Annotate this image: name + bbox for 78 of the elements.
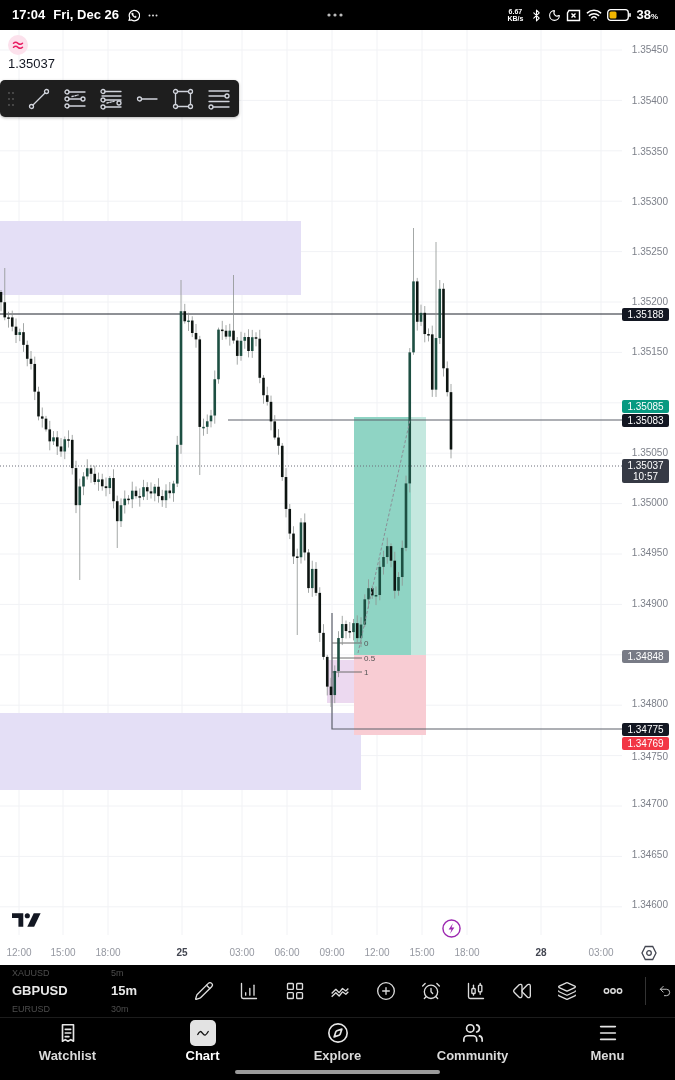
status-time: 17:04 [12, 7, 46, 23]
fib-retracement-lines [331, 642, 363, 673]
time-axis-label: 03:00 [228, 947, 256, 959]
time-axis-label: 18:00 [94, 947, 122, 959]
time-axis-label: 12:00 [363, 947, 391, 959]
pencil-icon[interactable] [194, 981, 214, 1001]
more-dots-icon [148, 13, 158, 17]
rewind-icon[interactable] [511, 981, 532, 1001]
rectangle-icon[interactable] [172, 87, 194, 110]
time-axis-label: 03:00 [587, 947, 615, 959]
time-axis-label: 28 [534, 947, 548, 959]
battery-percent: 38 [636, 7, 651, 23]
channel-icon[interactable] [64, 87, 86, 110]
horizontal-lines-icon[interactable] [208, 87, 230, 110]
price-axis-label: 1.34700 [631, 798, 668, 810]
price-axis-label: 1.34750 [631, 751, 668, 763]
crossed-box-icon [566, 8, 582, 22]
logo-icon [12, 913, 41, 927]
settings-icon[interactable] [641, 945, 657, 961]
moon-icon [548, 8, 562, 22]
channel-icon[interactable] [100, 87, 122, 110]
price-axis-label: 1.34650 [631, 849, 668, 861]
time-axis-label: 15:00 [49, 947, 77, 959]
plus-circle-icon[interactable] [375, 981, 396, 1001]
countdown-timer: 10:57 [633, 471, 658, 482]
price-axis-label: 1.35200 [631, 296, 668, 308]
price-axis-label: 1.34600 [631, 899, 668, 911]
battery-icon [607, 9, 632, 21]
price-tag: 1.34848 [622, 649, 669, 663]
time-axis-label: 09:00 [318, 947, 346, 959]
dots-icon [327, 13, 343, 17]
fib-level-label: 0 [364, 638, 369, 648]
nav-item[interactable]: Community [405, 1020, 540, 1063]
price-tag: 1.34769 [622, 736, 669, 750]
nav-item[interactable]: Menu [540, 1020, 675, 1063]
bar-chart-icon[interactable] [239, 981, 260, 1001]
lightning-icon[interactable] [442, 919, 461, 938]
price-value: 1.35037 [627, 460, 664, 471]
price-axis-label: 1.34900 [631, 598, 668, 610]
price-axis-label: 1.35250 [631, 246, 668, 258]
fib-level-label: 1 [364, 667, 369, 677]
price-axis-label: 1.35150 [631, 346, 668, 358]
alarm-clock-icon[interactable] [420, 981, 441, 1001]
price-tag: 1.35188 [622, 307, 669, 321]
time-axis-label: 12:00 [5, 947, 33, 959]
price-axis-label: 1.35450 [631, 44, 668, 56]
price-tag: 1.35085 [622, 399, 669, 413]
price-axis-label: 1.35050 [631, 447, 668, 459]
fib-level-label: 0.5 [364, 653, 376, 663]
layers-icon[interactable] [557, 981, 578, 1001]
last-price: 1.35037 [8, 57, 55, 71]
undo-icon[interactable] [657, 984, 672, 998]
status-date: Fri, Dec 26 [53, 7, 119, 23]
price-tag: 1.35083 [622, 413, 669, 427]
time-axis-label: 15:00 [408, 947, 436, 959]
chat-phone-icon [127, 8, 140, 22]
price-tag: 1.34775 [622, 722, 669, 736]
time-axis-label: 06:00 [273, 947, 301, 959]
wifi-icon [586, 7, 603, 23]
price-axis-label: 1.35000 [631, 497, 668, 509]
nav-item[interactable]: Explore [270, 1020, 405, 1063]
battery-percent-unit: % [650, 12, 658, 22]
price-axis-label: 1.35350 [631, 146, 668, 158]
price-axis-label: 1.34950 [631, 547, 668, 559]
price-axis-label: 1.35300 [631, 196, 668, 208]
candlestick-icon[interactable] [466, 981, 487, 1001]
grid-icon[interactable] [284, 981, 305, 1001]
price-axis-label: 1.34800 [631, 698, 668, 710]
nav-item[interactable]: Chart [135, 1020, 270, 1063]
time-axis-label: 18:00 [453, 947, 481, 959]
wave-icon[interactable] [8, 35, 28, 55]
grip-icon[interactable] [8, 91, 14, 106]
wave-chart-icon [189, 1020, 216, 1046]
price-axis-label: 1.35400 [631, 95, 668, 107]
trend-line-icon[interactable] [28, 87, 50, 110]
time-axis-label: 25 [175, 947, 189, 959]
symbol-option[interactable]: GBPUSD 15m [12, 981, 138, 1001]
nav-item[interactable]: Watchlist [0, 1020, 135, 1063]
